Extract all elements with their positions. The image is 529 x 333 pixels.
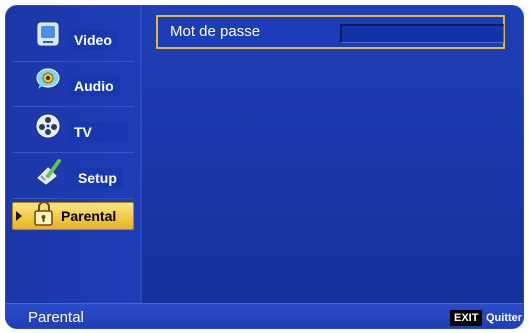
audio-icon (36, 68, 60, 89)
menu-divider (12, 106, 134, 107)
sidebar-item-label: Parental (61, 208, 117, 224)
status-bar: Parental EXIT Quitter (6, 303, 523, 328)
sidebar-item-tv[interactable]: TV (12, 110, 134, 150)
video-icon (37, 22, 59, 46)
sidebar-item-label: TV (68, 122, 128, 142)
exit-label: Quitter (486, 312, 523, 324)
password-label: Mot de passe (170, 23, 261, 40)
menu-divider (12, 152, 134, 153)
sidebar-divider (140, 6, 142, 303)
film-reel-icon (36, 114, 60, 138)
sidebar-item-video[interactable]: Video (12, 18, 134, 58)
osd-frame: Video Audio TV Setup Parental Mot de pas… (5, 5, 524, 329)
password-row[interactable]: Mot de passe (156, 15, 505, 49)
sidebar-item-label: Setup (72, 168, 123, 188)
sidebar-item-label: Video (68, 30, 118, 50)
exit-key-badge: EXIT (450, 310, 483, 326)
sidebar-menu: Video Audio TV Setup Parental (6, 6, 140, 303)
screen: Video Audio TV Setup Parental Mot de pas… (0, 0, 529, 333)
parental-icon (34, 201, 53, 226)
sidebar-item-parental[interactable]: Parental (12, 201, 134, 230)
menu-divider (12, 198, 134, 199)
sidebar-item-setup[interactable]: Setup (12, 156, 134, 196)
page-title: Parental (28, 309, 84, 326)
setup-icon (37, 159, 61, 185)
sidebar-item-label: Audio (68, 76, 120, 96)
selection-arrow-icon (16, 211, 22, 221)
password-field[interactable] (340, 24, 504, 43)
sidebar-item-audio[interactable]: Audio (12, 64, 134, 104)
menu-divider (12, 61, 134, 62)
